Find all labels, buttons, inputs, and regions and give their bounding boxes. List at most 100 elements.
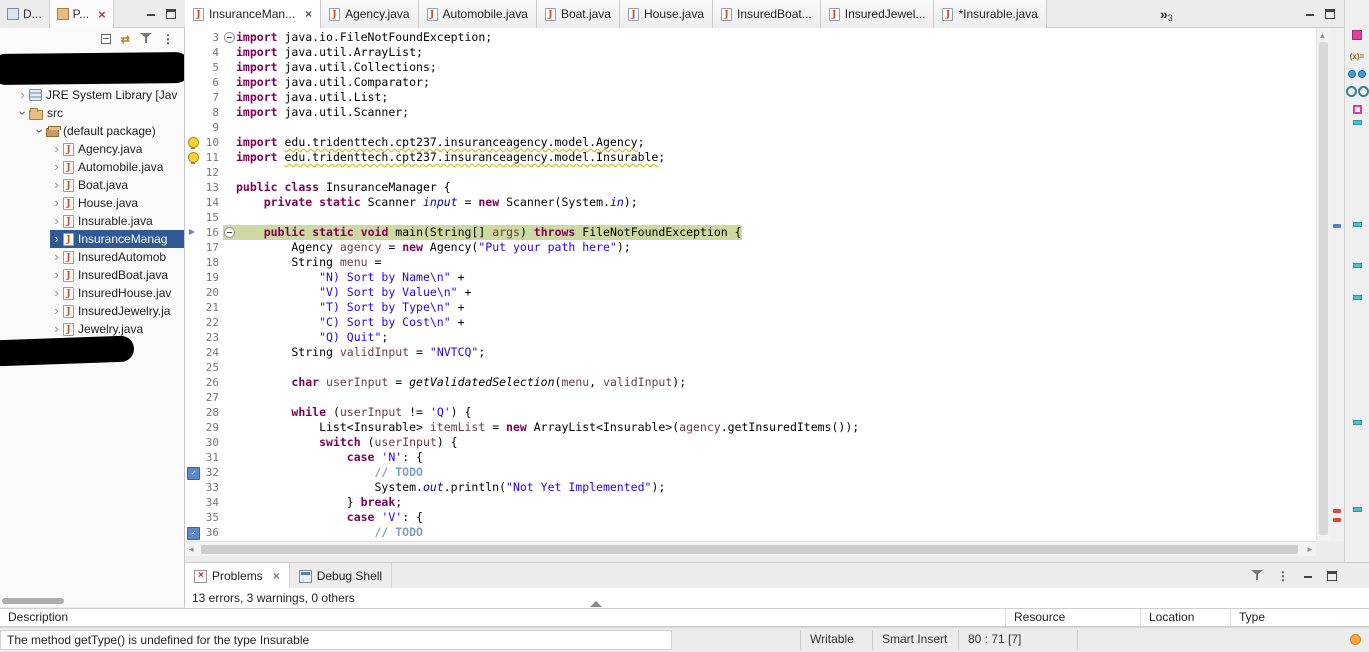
warn-marker-icon[interactable]	[185, 135, 200, 150]
expand-arrow-icon[interactable]: ›	[50, 177, 63, 193]
fold-collapse-icon[interactable]	[223, 30, 236, 45]
editor-tab-insuranceman[interactable]: InsuranceMan... ×	[185, 0, 322, 28]
expand-arrow-icon[interactable]: ›	[50, 285, 63, 301]
expand-arrow-icon[interactable]: ›	[50, 303, 63, 319]
line-number: 27	[205, 391, 219, 404]
code-text: List<Insurable> itemList = new ArrayList…	[236, 420, 860, 434]
editor-horizontal-scrollbar[interactable]: ◂ ▸	[185, 541, 1316, 556]
collapse-all-icon[interactable]	[100, 34, 111, 44]
project-tree[interactable]: › JRE System Library [Jav › src › (default pa…	[0, 86, 184, 338]
notification-dot[interactable]	[1350, 634, 1361, 645]
annotation-marker[interactable]	[1353, 507, 1362, 512]
column-header-description[interactable]: Description	[0, 609, 1005, 626]
overview-marker[interactable]	[1333, 224, 1341, 228]
tree-item-default-package[interactable]: › (default package)	[33, 122, 184, 140]
code-line-28: 28 while (userInput != 'Q') {	[185, 405, 1316, 420]
code-text: } break;	[236, 495, 403, 509]
tree-item-insuredboat-java[interactable]: › InsuredBoat.java	[50, 266, 184, 284]
code-editor[interactable]: 3 import java.io.FileNotFoundException; 4 i…	[185, 28, 1316, 541]
column-header-type[interactable]: Type	[1230, 609, 1369, 626]
editor-tab-insurable-java[interactable]: *Insurable.java	[934, 0, 1047, 28]
minimize-button[interactable]	[1305, 9, 1315, 19]
annotation-marker[interactable]	[1353, 420, 1362, 425]
expand-arrow-icon[interactable]: ›	[50, 249, 63, 265]
left-view-tabbar: D... P... ×	[0, 0, 185, 28]
view-tab-debug-shell[interactable]: Debug Shell	[290, 563, 393, 589]
task-marker-icon[interactable]	[185, 525, 200, 540]
annotation-marker[interactable]	[1353, 222, 1362, 227]
expand-arrow-icon[interactable]: ›	[50, 321, 63, 337]
editor-tab-agency-java[interactable]: Agency.java	[321, 0, 419, 28]
annotation-marker[interactable]	[1353, 263, 1362, 268]
maximize-button[interactable]	[1325, 8, 1335, 19]
expand-arrow-icon[interactable]: ›	[50, 231, 63, 247]
close-icon[interactable]: ×	[98, 8, 106, 21]
fold-collapse-icon[interactable]	[223, 225, 236, 240]
tree-item-agency-java[interactable]: › Agency.java	[50, 140, 184, 158]
magenta-outline-icon[interactable]	[1352, 105, 1362, 114]
arrow-marker-icon[interactable]	[185, 225, 200, 240]
variables-icon[interactable]	[1350, 48, 1364, 62]
expand-arrow-icon[interactable]: ›	[50, 195, 63, 211]
annotation-marker[interactable]	[1353, 295, 1362, 300]
gutter-space	[185, 420, 200, 435]
panel-tab-p[interactable]: P... ×	[49, 0, 114, 28]
gutter-space	[185, 360, 200, 375]
tree-item-house-java[interactable]: › House.java	[50, 194, 184, 212]
overview-marker[interactable]	[1333, 518, 1341, 522]
editor-tab-insuredboat[interactable]: InsuredBoat...	[713, 0, 821, 28]
view-tab-problems[interactable]: Problems ×	[185, 563, 290, 589]
expand-arrow-icon[interactable]: ›	[50, 159, 63, 175]
close-icon[interactable]: ×	[273, 570, 280, 582]
view-menu-icon[interactable]	[1277, 569, 1289, 583]
tree-item-automobile-java[interactable]: › Automobile.java	[50, 158, 184, 176]
expand-arrow-icon[interactable]: ›	[50, 213, 63, 229]
tree-item-src[interactable]: › src	[16, 104, 184, 122]
close-icon[interactable]: ×	[305, 8, 312, 20]
warn-marker-icon[interactable]	[185, 150, 200, 165]
expressions-icon[interactable]	[1346, 86, 1369, 97]
column-header-location[interactable]: Location	[1140, 609, 1230, 626]
annotation-marker[interactable]	[1353, 120, 1362, 125]
tab-overflow-chevron[interactable]: » 3	[1160, 0, 1173, 28]
panel-tab-d[interactable]: D...	[0, 0, 50, 28]
filter-icon[interactable]	[1251, 569, 1263, 582]
expand-arrow-icon[interactable]: ›	[16, 87, 29, 103]
magenta-block-icon[interactable]	[1352, 30, 1362, 40]
tree-item-jre-system-library-jav[interactable]: › JRE System Library [Jav	[16, 86, 184, 104]
maximize-button[interactable]	[166, 8, 176, 19]
insert-mode-status[interactable]: Smart Insert	[872, 630, 958, 650]
editor-tab-automobile-java[interactable]: Automobile.java	[418, 0, 537, 28]
tree-item-insurable-java[interactable]: › Insurable.java	[50, 212, 184, 230]
minimize-button[interactable]	[146, 9, 156, 19]
editor-tab-house-java[interactable]: House.java	[619, 0, 714, 28]
view-menu-icon[interactable]	[162, 32, 174, 46]
tree-item-boat-java[interactable]: › Boat.java	[50, 176, 184, 194]
scroll-right-arrow[interactable]: ▸	[1307, 542, 1312, 556]
editor-tab-boat-java[interactable]: Boat.java	[536, 0, 620, 28]
editor-vertical-scrollbar[interactable]: ▴	[1316, 28, 1330, 541]
scrollbar-thumb[interactable]	[2, 598, 64, 604]
expand-arrow-icon[interactable]: ›	[50, 267, 63, 283]
tree-item-insuredhouse-jav[interactable]: › InsuredHouse.jav	[50, 284, 184, 302]
collapse-sash-arrow[interactable]	[590, 601, 602, 607]
expand-arrow-icon[interactable]: ›	[50, 141, 63, 157]
scroll-up-arrow[interactable]: ▴	[1320, 28, 1325, 42]
tree-item-insuredjewelry-ja[interactable]: › InsuredJewelry.ja	[50, 302, 184, 320]
maximize-button[interactable]	[1327, 570, 1337, 581]
column-header-resource[interactable]: Resource	[1005, 609, 1140, 626]
scrollbar-thumb[interactable]	[201, 545, 1298, 554]
editor-tabbar: InsuranceMan... × Agency.java Automobile.ja…	[185, 0, 1344, 28]
horizontal-scrollbar[interactable]	[0, 597, 184, 605]
editor-tab-insuredjewel[interactable]: InsuredJewel...	[820, 0, 935, 28]
task-marker-icon[interactable]	[185, 465, 200, 480]
scroll-left-arrow[interactable]: ◂	[189, 542, 194, 556]
tree-item-insuredautomob[interactable]: › InsuredAutomob	[50, 248, 184, 266]
filter-icon[interactable]	[140, 33, 152, 45]
breakpoints-icon[interactable]	[1348, 70, 1366, 78]
minimize-button[interactable]	[1303, 571, 1313, 581]
scrollbar-thumb[interactable]	[1319, 42, 1328, 535]
link-with-editor-icon[interactable]	[121, 32, 130, 46]
tree-item-insurancemanag[interactable]: › InsuranceManag	[50, 230, 184, 248]
overview-marker[interactable]	[1333, 509, 1341, 513]
